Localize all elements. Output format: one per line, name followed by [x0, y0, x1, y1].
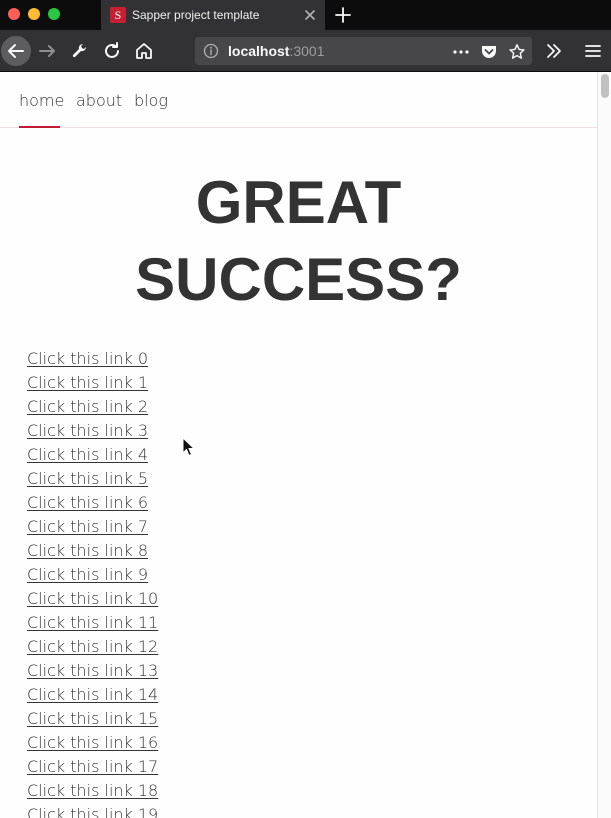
link-item[interactable]: Click this link 18: [27, 781, 158, 800]
list-item: Click this link 6: [27, 492, 158, 516]
link-item[interactable]: Click this link 12: [27, 637, 158, 656]
vertical-scrollbar[interactable]: [597, 72, 611, 818]
link-item[interactable]: Click this link 1: [27, 373, 148, 392]
nav-link-blog[interactable]: blog: [134, 91, 168, 110]
back-arrow-icon: [8, 44, 24, 58]
link-item[interactable]: Click this link 13: [27, 661, 158, 680]
nav-link-home[interactable]: home: [19, 91, 64, 110]
list-item: Click this link 7: [27, 516, 158, 540]
list-item: Click this link 1: [27, 372, 158, 396]
hero-heading: GREAT SUCCESS?: [0, 164, 597, 318]
list-item: Click this link 0: [27, 348, 158, 372]
list-item: Click this link 14: [27, 684, 158, 708]
list-item: Click this link 5: [27, 468, 158, 492]
list-item: Click this link 10: [27, 588, 158, 612]
close-tab-icon[interactable]: [303, 8, 317, 22]
link-item[interactable]: Click this link 19: [27, 805, 158, 818]
list-item: Click this link 15: [27, 708, 158, 732]
browser-tab[interactable]: S Sapper project template: [101, 0, 325, 30]
list-item: Click this link 18: [27, 780, 158, 804]
link-item[interactable]: Click this link 17: [27, 757, 158, 776]
link-list: Click this link 0 Click this link 1 Clic…: [27, 348, 158, 818]
list-item: Click this link 19: [27, 804, 158, 818]
back-button[interactable]: [1, 36, 31, 66]
link-item[interactable]: Click this link 4: [27, 445, 148, 464]
hero-line-2: SUCCESS?: [135, 246, 462, 313]
link-item[interactable]: Click this link 11: [27, 613, 158, 632]
link-item[interactable]: Click this link 3: [27, 421, 148, 440]
hero-line-1: GREAT: [195, 169, 402, 236]
list-item: Click this link 13: [27, 660, 158, 684]
info-icon[interactable]: [203, 43, 219, 59]
list-item: Click this link 3: [27, 420, 158, 444]
pocket-icon[interactable]: [480, 43, 498, 61]
list-item: Click this link 8: [27, 540, 158, 564]
scrollbar-thumb[interactable]: [601, 74, 609, 98]
link-item[interactable]: Click this link 15: [27, 709, 158, 728]
list-item: Click this link 4: [27, 444, 158, 468]
link-item[interactable]: Click this link 10: [27, 589, 158, 608]
bookmark-star-icon[interactable]: [508, 43, 526, 61]
url-port: :3001: [289, 43, 325, 59]
browser-toolbar: localhost:3001: [0, 30, 611, 72]
selected-nav-indicator: [19, 126, 60, 128]
list-item: Click this link 2: [27, 396, 158, 420]
nav-link-about[interactable]: about: [76, 91, 122, 110]
list-item: Click this link 17: [27, 756, 158, 780]
hamburger-menu-icon[interactable]: [580, 38, 606, 64]
link-item[interactable]: Click this link 14: [27, 685, 158, 704]
new-tab-icon[interactable]: [333, 5, 353, 25]
site-nav: home about blog: [0, 72, 597, 128]
list-item: Click this link 9: [27, 564, 158, 588]
list-item: Click this link 16: [27, 732, 158, 756]
url-text: localhost:3001: [228, 43, 325, 59]
window-minimize-button[interactable]: [28, 8, 40, 20]
link-item[interactable]: Click this link 5: [27, 469, 148, 488]
link-item[interactable]: Click this link 6: [27, 493, 148, 512]
window-maximize-button[interactable]: [48, 8, 60, 20]
url-bar[interactable]: localhost:3001: [195, 37, 532, 65]
wrench-icon[interactable]: [66, 38, 92, 64]
link-item[interactable]: Click this link 2: [27, 397, 148, 416]
link-item[interactable]: Click this link 8: [27, 541, 148, 560]
page-actions-icon[interactable]: [452, 43, 470, 61]
link-item[interactable]: Click this link 7: [27, 517, 148, 536]
favicon-icon: S: [110, 7, 126, 23]
link-item[interactable]: Click this link 9: [27, 565, 148, 584]
link-item[interactable]: Click this link 0: [27, 349, 148, 368]
page-viewport: home about blog GREAT SUCCESS? Click thi…: [0, 72, 597, 818]
list-item: Click this link 12: [27, 636, 158, 660]
overflow-chevron-icon[interactable]: [541, 38, 567, 64]
home-icon[interactable]: [131, 38, 157, 64]
list-item: Click this link 11: [27, 612, 158, 636]
link-item[interactable]: Click this link 16: [27, 733, 158, 752]
mouse-cursor-icon: [182, 437, 196, 457]
reload-icon[interactable]: [99, 38, 125, 64]
window-close-button[interactable]: [8, 8, 20, 20]
url-host: localhost: [228, 43, 290, 59]
tab-bar: S Sapper project template: [0, 0, 611, 30]
tab-title: Sapper project template: [132, 8, 260, 22]
forward-arrow-icon[interactable]: [35, 38, 61, 64]
